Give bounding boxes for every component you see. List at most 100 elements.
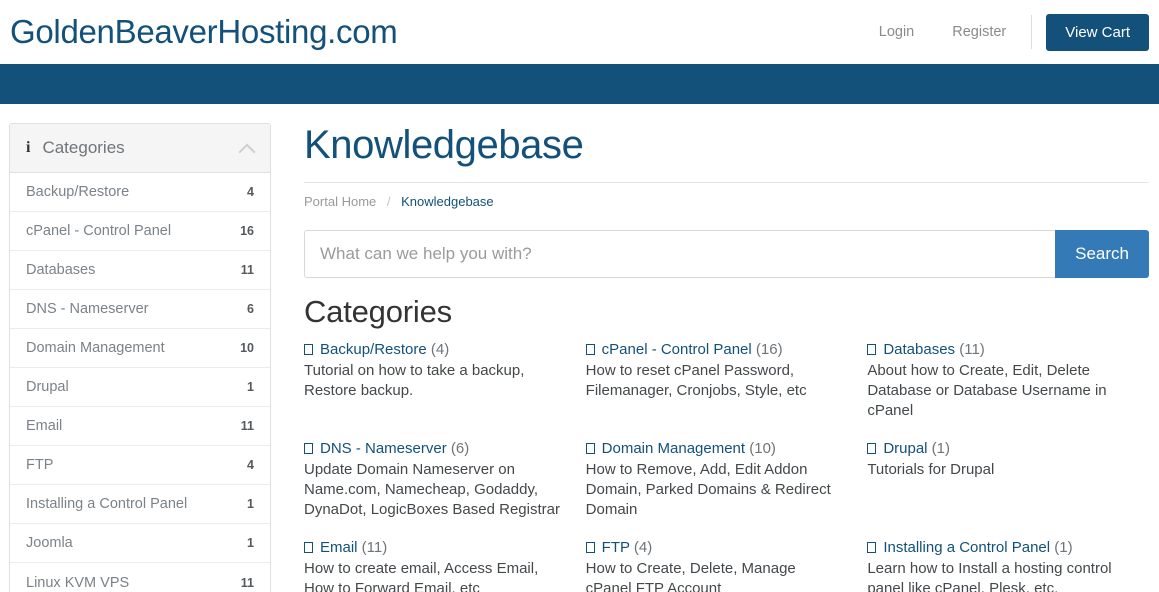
page-title: Knowledgebase	[304, 123, 584, 167]
main-content: Knowledgebase Portal Home / Knowledgebas…	[271, 123, 1159, 592]
category-description: How to create email, Access Email, How t…	[304, 560, 539, 592]
category-entry: Drupal (1) Tutorials for Drupal	[867, 439, 1149, 538]
category-entry: FTP (4) How to Create, Delete, Manage cPa…	[585, 538, 868, 592]
sidebar-item-count: 1	[247, 536, 254, 550]
chevron-up-icon[interactable]	[239, 144, 254, 153]
sidebar-item-count: 11	[240, 419, 254, 433]
login-link[interactable]: Login	[860, 25, 933, 40]
category-link-label: Installing a Control Panel	[883, 539, 1051, 557]
category-link-label: FTP	[601, 539, 630, 557]
folder-icon	[867, 542, 877, 554]
category-link[interactable]: Installing a Control Panel (1)	[867, 538, 1127, 558]
page-body: i Categories Backup/Restore 4 cPanel - Con…	[0, 104, 1159, 592]
sidebar-item-count: 1	[247, 380, 254, 394]
sidebar-item-label: Backup/Restore	[26, 184, 130, 200]
sidebar-item-count: 1	[247, 497, 254, 511]
sidebar-item[interactable]: Linux KVM VPS 11	[10, 563, 270, 592]
category-link-label: Email	[320, 539, 358, 557]
category-link[interactable]: FTP (4)	[585, 538, 846, 558]
category-description: Update Domain Nameserver on Name.com, Na…	[304, 461, 560, 519]
sidebar-item-label: DNS - Nameserver	[26, 301, 149, 317]
sidebar-item-count: 6	[247, 302, 254, 316]
section-title: Categories	[304, 294, 452, 329]
folder-icon	[304, 344, 313, 355]
category-link[interactable]: Backup/Restore (4)	[304, 340, 564, 360]
search-input[interactable]	[304, 230, 1056, 278]
sidebar-category-list: Backup/Restore 4 cPanel - Control Panel 16 D…	[10, 173, 270, 592]
folder-icon	[585, 443, 595, 455]
breadcrumb-portal-home[interactable]: Portal Home	[304, 194, 376, 209]
category-description: About how to Create, Edit, Delete Databa…	[867, 362, 1107, 420]
navbar-band	[0, 64, 1159, 104]
breadcrumb-current: Knowledgebase	[401, 194, 494, 209]
breadcrumb: Portal Home / Knowledgebase	[304, 182, 1149, 209]
sidebar-item[interactable]: Installing a Control Panel 1	[10, 485, 270, 524]
info-icon: i	[26, 139, 31, 156]
category-description: Learn how to Install a hosting control p…	[867, 560, 1112, 592]
category-grid: Backup/Restore (4) Tutorial on how to tak…	[304, 340, 1149, 592]
category-article-count: (1)	[1050, 539, 1073, 557]
category-article-count: (11)	[357, 539, 388, 557]
search-button[interactable]: Search	[1055, 230, 1149, 278]
sidebar-item-label: Domain Management	[26, 340, 165, 356]
sidebar-item[interactable]: Drupal 1	[10, 368, 270, 407]
category-entry: Domain Management (10) How to Remove, Add…	[585, 439, 868, 538]
sidebar-item[interactable]: FTP 4	[10, 446, 270, 485]
category-entry: Backup/Restore (4) Tutorial on how to tak…	[304, 340, 586, 439]
category-link[interactable]: DNS - Nameserver (6)	[304, 439, 564, 459]
category-link[interactable]: Domain Management (10)	[585, 439, 846, 459]
category-description: How to Remove, Add, Edit Addon Domain, P…	[585, 461, 831, 519]
sidebar-item-label: Drupal	[26, 379, 69, 395]
view-cart-button[interactable]: View Cart	[1046, 13, 1149, 51]
category-link[interactable]: cPanel - Control Panel (16)	[585, 340, 846, 360]
sidebar-item-count: 11	[240, 575, 254, 590]
category-entry: Databases (11) About how to Create, Edit,…	[867, 340, 1149, 439]
sidebar-item-label: FTP	[26, 457, 54, 473]
sidebar-item[interactable]: DNS - Nameserver 6	[10, 290, 270, 329]
category-link-label: DNS - Nameserver	[320, 440, 447, 458]
category-description: How to Create, Delete, Manage cPanel FTP…	[585, 560, 796, 592]
register-link[interactable]: Register	[933, 25, 1025, 40]
sidebar-item[interactable]: Backup/Restore 4	[10, 173, 270, 212]
site-header: GoldenBeaverHosting.com Login Register V…	[0, 0, 1159, 64]
folder-icon	[867, 443, 877, 455]
category-link-label: Backup/Restore	[320, 341, 427, 358]
category-article-count: (10)	[745, 440, 776, 458]
category-entry: DNS - Nameserver (6) Update Domain Namese…	[304, 439, 586, 538]
category-entry: Installing a Control Panel (1) Learn how …	[867, 538, 1149, 592]
sidebar-panel-header[interactable]: i Categories	[10, 124, 270, 173]
category-description: Tutorials for Drupal	[867, 461, 995, 479]
knowledgebase-search: Search	[304, 230, 1149, 278]
sidebar-item[interactable]: cPanel - Control Panel 16	[10, 212, 270, 251]
category-link-label: cPanel - Control Panel	[601, 341, 752, 358]
sidebar-item[interactable]: Joomla 1	[10, 524, 270, 563]
sidebar-item-count: 10	[240, 341, 254, 355]
category-article-count: (1)	[927, 440, 951, 458]
category-link-label: Drupal	[883, 440, 928, 458]
sidebar-item-count: 4	[247, 458, 254, 472]
sidebar-item-label: Databases	[26, 262, 96, 278]
category-entry: Email (11) How to create email, Access Em…	[304, 538, 586, 592]
sidebar-item[interactable]: Email 11	[10, 407, 270, 446]
sidebar-item-label: Linux KVM VPS	[26, 574, 130, 591]
category-link[interactable]: Drupal (1)	[867, 439, 1127, 459]
sidebar-item-label: cPanel - Control Panel	[26, 223, 172, 239]
breadcrumb-separator: /	[386, 194, 391, 209]
category-entry: cPanel - Control Panel (16) How to reset …	[585, 340, 868, 439]
nav-divider	[1031, 15, 1033, 49]
folder-icon	[304, 542, 313, 554]
category-link-label: Domain Management	[601, 440, 746, 458]
sidebar-item-label: Joomla	[26, 535, 73, 551]
category-description: Tutorial on how to take a backup, Restor…	[304, 362, 525, 400]
category-link[interactable]: Databases (11)	[867, 340, 1127, 360]
category-article-count: (11)	[955, 341, 985, 358]
sidebar-item[interactable]: Domain Management 10	[10, 329, 270, 368]
sidebar-item-count: 11	[240, 263, 254, 277]
category-link[interactable]: Email (11)	[304, 538, 564, 558]
category-description: How to reset cPanel Password, Filemanage…	[585, 362, 807, 400]
sidebar-categories-panel: i Categories Backup/Restore 4 cPanel - Con…	[9, 123, 271, 592]
site-logo[interactable]: GoldenBeaverHosting.com	[10, 13, 398, 51]
folder-icon	[585, 344, 595, 355]
sidebar-item-label: Email	[26, 418, 63, 434]
sidebar-item[interactable]: Databases 11	[10, 251, 270, 290]
